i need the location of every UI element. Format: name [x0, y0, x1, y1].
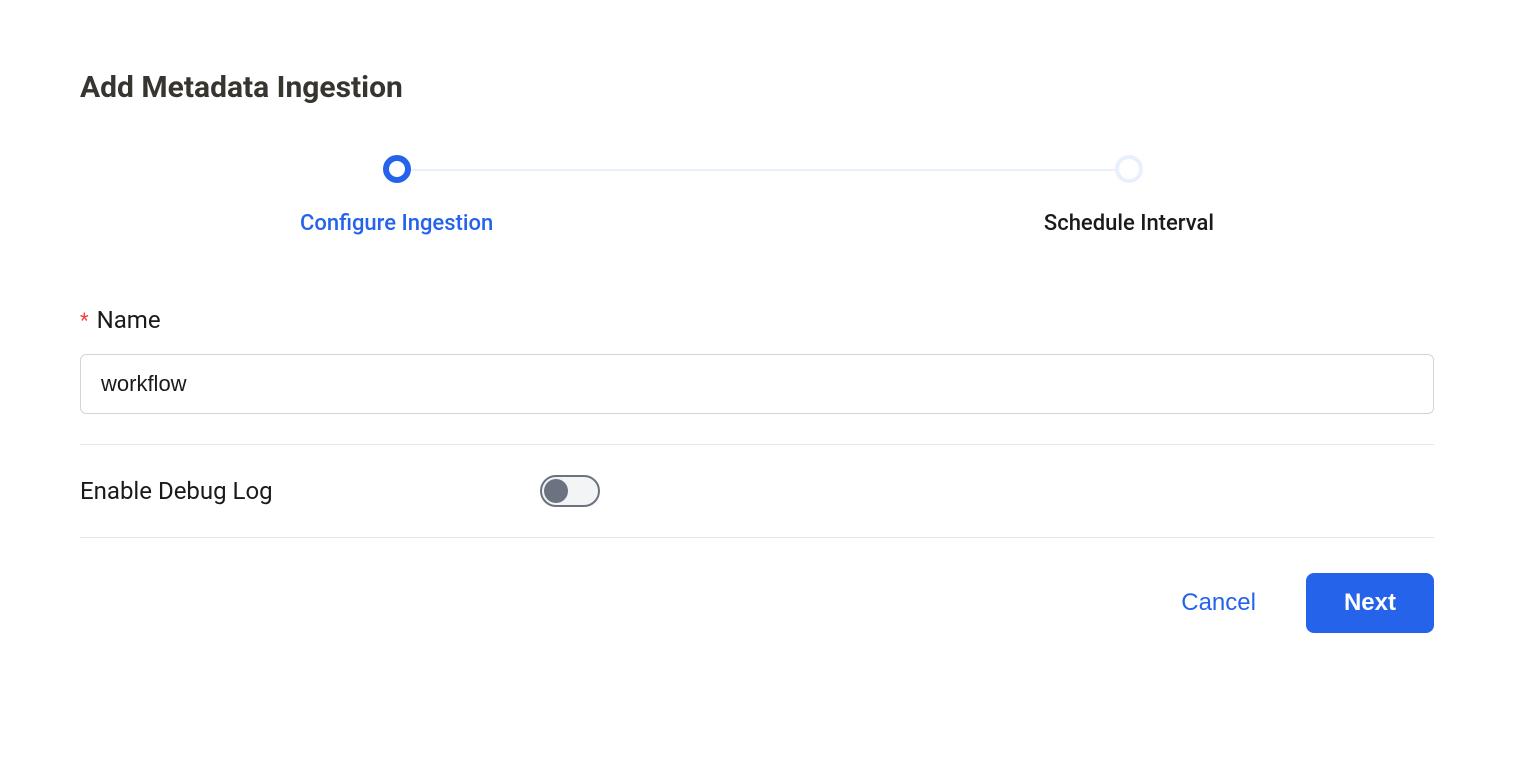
step-label: Configure Ingestion: [300, 211, 493, 236]
name-field-section: * Name: [80, 306, 1434, 445]
name-label-row: * Name: [80, 306, 1434, 334]
step-schedule-interval[interactable]: Schedule Interval: [1044, 155, 1214, 236]
stepper-connector-line: [390, 169, 1124, 171]
step-label: Schedule Interval: [1044, 211, 1214, 236]
wizard-stepper: Configure Ingestion Schedule Interval: [300, 155, 1214, 236]
step-circle-icon: [383, 155, 411, 183]
required-asterisk-icon: *: [80, 308, 89, 332]
page-title: Add Metadata Ingestion: [80, 70, 1434, 105]
name-input[interactable]: [80, 354, 1434, 414]
next-button[interactable]: Next: [1306, 573, 1434, 633]
ingestion-form-container: Add Metadata Ingestion Configure Ingesti…: [80, 70, 1434, 633]
name-label: Name: [97, 306, 161, 334]
debug-log-label: Enable Debug Log: [80, 477, 273, 505]
toggle-knob-icon: [544, 479, 568, 503]
debug-log-section: Enable Debug Log: [80, 475, 1434, 538]
step-circle-icon: [1115, 155, 1143, 183]
step-configure-ingestion[interactable]: Configure Ingestion: [300, 155, 493, 236]
debug-log-toggle[interactable]: [540, 475, 600, 507]
debug-log-row: Enable Debug Log: [80, 475, 600, 507]
action-buttons-row: Cancel Next: [80, 573, 1434, 633]
cancel-button[interactable]: Cancel: [1181, 589, 1256, 617]
